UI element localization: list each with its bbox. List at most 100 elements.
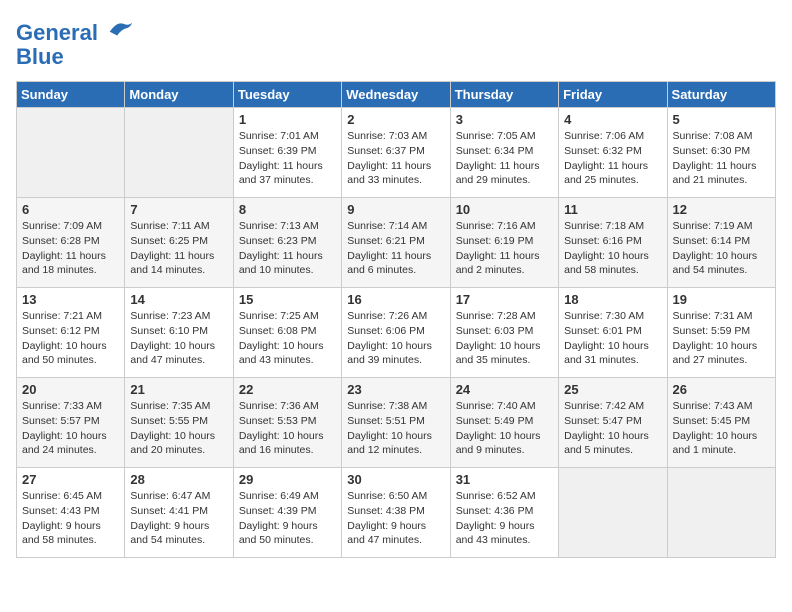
day-number: 2	[347, 112, 444, 127]
calendar-cell: 18 Sunrise: 7:30 AMSunset: 6:01 PMDayligh…	[559, 288, 667, 378]
day-info: Sunrise: 7:28 AMSunset: 6:03 PMDaylight:…	[456, 309, 553, 368]
day-number: 15	[239, 292, 336, 307]
day-info: Sunrise: 7:21 AMSunset: 6:12 PMDaylight:…	[22, 309, 119, 368]
weekday-header-sunday: Sunday	[17, 82, 125, 108]
day-number: 11	[564, 202, 661, 217]
calendar-week-3: 13 Sunrise: 7:21 AMSunset: 6:12 PMDayligh…	[17, 288, 776, 378]
day-info: Sunrise: 6:47 AMSunset: 4:41 PMDaylight:…	[130, 489, 227, 548]
calendar-cell: 8 Sunrise: 7:13 AMSunset: 6:23 PMDaylight…	[233, 198, 341, 288]
day-info: Sunrise: 6:50 AMSunset: 4:38 PMDaylight:…	[347, 489, 444, 548]
day-number: 23	[347, 382, 444, 397]
day-number: 31	[456, 472, 553, 487]
day-number: 13	[22, 292, 119, 307]
calendar-cell: 22 Sunrise: 7:36 AMSunset: 5:53 PMDayligh…	[233, 378, 341, 468]
calendar-cell: 28 Sunrise: 6:47 AMSunset: 4:41 PMDayligh…	[125, 468, 233, 558]
day-info: Sunrise: 7:11 AMSunset: 6:25 PMDaylight:…	[130, 219, 227, 278]
day-number: 12	[673, 202, 770, 217]
calendar-cell	[125, 108, 233, 198]
calendar-cell: 4 Sunrise: 7:06 AMSunset: 6:32 PMDaylight…	[559, 108, 667, 198]
calendar-cell: 2 Sunrise: 7:03 AMSunset: 6:37 PMDaylight…	[342, 108, 450, 198]
weekday-header-tuesday: Tuesday	[233, 82, 341, 108]
day-info: Sunrise: 7:35 AMSunset: 5:55 PMDaylight:…	[130, 399, 227, 458]
calendar-cell: 9Sunrise: 7:14 AMSunset: 6:21 PMDaylight…	[342, 198, 450, 288]
day-info: Sunrise: 7:25 AMSunset: 6:08 PMDaylight:…	[239, 309, 336, 368]
day-number: 9	[347, 202, 444, 217]
day-info: Sunrise: 7:06 AMSunset: 6:32 PMDaylight:…	[564, 129, 661, 188]
day-number: 21	[130, 382, 227, 397]
calendar-cell: 3Sunrise: 7:05 AMSunset: 6:34 PMDaylight…	[450, 108, 558, 198]
day-info: Sunrise: 7:01 AMSunset: 6:39 PMDaylight:…	[239, 129, 336, 188]
calendar-cell: 23 Sunrise: 7:38 AMSunset: 5:51 PMDayligh…	[342, 378, 450, 468]
day-number: 1	[239, 112, 336, 127]
day-number: 6	[22, 202, 119, 217]
day-info: Sunrise: 7:36 AMSunset: 5:53 PMDaylight:…	[239, 399, 336, 458]
day-info: Sunrise: 7:26 AMSunset: 6:06 PMDaylight:…	[347, 309, 444, 368]
calendar-week-2: 6 Sunrise: 7:09 AMSunset: 6:28 PMDaylight…	[17, 198, 776, 288]
day-info: Sunrise: 7:19 AMSunset: 6:14 PMDaylight:…	[673, 219, 770, 278]
calendar-cell: 20 Sunrise: 7:33 AMSunset: 5:57 PMDayligh…	[17, 378, 125, 468]
day-info: Sunrise: 6:52 AMSunset: 4:36 PMDaylight:…	[456, 489, 553, 548]
day-info: Sunrise: 7:30 AMSunset: 6:01 PMDaylight:…	[564, 309, 661, 368]
calendar-table: SundayMondayTuesdayWednesdayThursdayFrid…	[16, 81, 776, 558]
day-info: Sunrise: 7:38 AMSunset: 5:51 PMDaylight:…	[347, 399, 444, 458]
calendar-cell: 12 Sunrise: 7:19 AMSunset: 6:14 PMDayligh…	[667, 198, 775, 288]
day-number: 10	[456, 202, 553, 217]
calendar-week-5: 27Sunrise: 6:45 AMSunset: 4:43 PMDayligh…	[17, 468, 776, 558]
day-number: 7	[130, 202, 227, 217]
calendar-cell: 14 Sunrise: 7:23 AMSunset: 6:10 PMDayligh…	[125, 288, 233, 378]
calendar-cell: 30Sunrise: 6:50 AMSunset: 4:38 PMDayligh…	[342, 468, 450, 558]
calendar-cell: 29 Sunrise: 6:49 AMSunset: 4:39 PMDayligh…	[233, 468, 341, 558]
day-number: 14	[130, 292, 227, 307]
calendar-cell	[559, 468, 667, 558]
day-info: Sunrise: 7:23 AMSunset: 6:10 PMDaylight:…	[130, 309, 227, 368]
day-number: 18	[564, 292, 661, 307]
calendar-cell: 25Sunrise: 7:42 AMSunset: 5:47 PMDayligh…	[559, 378, 667, 468]
calendar-cell: 5 Sunrise: 7:08 AMSunset: 6:30 PMDaylight…	[667, 108, 775, 198]
day-info: Sunrise: 7:09 AMSunset: 6:28 PMDaylight:…	[22, 219, 119, 278]
day-info: Sunrise: 6:49 AMSunset: 4:39 PMDaylight:…	[239, 489, 336, 548]
day-number: 26	[673, 382, 770, 397]
day-number: 20	[22, 382, 119, 397]
calendar-cell: 26 Sunrise: 7:43 AMSunset: 5:45 PMDayligh…	[667, 378, 775, 468]
day-number: 8	[239, 202, 336, 217]
day-number: 4	[564, 112, 661, 127]
calendar-week-4: 20 Sunrise: 7:33 AMSunset: 5:57 PMDayligh…	[17, 378, 776, 468]
day-number: 22	[239, 382, 336, 397]
day-number: 28	[130, 472, 227, 487]
calendar-cell: 1 Sunrise: 7:01 AMSunset: 6:39 PMDaylight…	[233, 108, 341, 198]
day-info: Sunrise: 7:43 AMSunset: 5:45 PMDaylight:…	[673, 399, 770, 458]
logo-text-line1: General	[16, 20, 98, 45]
day-info: Sunrise: 7:42 AMSunset: 5:47 PMDaylight:…	[564, 399, 661, 458]
calendar-cell: 15 Sunrise: 7:25 AMSunset: 6:08 PMDayligh…	[233, 288, 341, 378]
weekday-header-wednesday: Wednesday	[342, 82, 450, 108]
day-info: Sunrise: 7:05 AMSunset: 6:34 PMDaylight:…	[456, 129, 553, 188]
day-info: Sunrise: 7:18 AMSunset: 6:16 PMDaylight:…	[564, 219, 661, 278]
logo: General Blue	[16, 16, 136, 69]
day-info: Sunrise: 7:13 AMSunset: 6:23 PMDaylight:…	[239, 219, 336, 278]
calendar-cell: 10 Sunrise: 7:16 AMSunset: 6:19 PMDayligh…	[450, 198, 558, 288]
day-info: Sunrise: 7:31 AMSunset: 5:59 PMDaylight:…	[673, 309, 770, 368]
day-number: 29	[239, 472, 336, 487]
logo-bird-icon	[106, 16, 136, 40]
day-number: 27	[22, 472, 119, 487]
day-info: Sunrise: 7:08 AMSunset: 6:30 PMDaylight:…	[673, 129, 770, 188]
day-number: 24	[456, 382, 553, 397]
calendar-cell: 11 Sunrise: 7:18 AMSunset: 6:16 PMDayligh…	[559, 198, 667, 288]
day-number: 17	[456, 292, 553, 307]
calendar-week-1: 1 Sunrise: 7:01 AMSunset: 6:39 PMDaylight…	[17, 108, 776, 198]
calendar-cell: 7 Sunrise: 7:11 AMSunset: 6:25 PMDaylight…	[125, 198, 233, 288]
calendar-cell: 13 Sunrise: 7:21 AMSunset: 6:12 PMDayligh…	[17, 288, 125, 378]
day-info: Sunrise: 7:16 AMSunset: 6:19 PMDaylight:…	[456, 219, 553, 278]
calendar-cell: 6 Sunrise: 7:09 AMSunset: 6:28 PMDaylight…	[17, 198, 125, 288]
calendar-cell: 27Sunrise: 6:45 AMSunset: 4:43 PMDayligh…	[17, 468, 125, 558]
day-number: 19	[673, 292, 770, 307]
weekday-header-saturday: Saturday	[667, 82, 775, 108]
day-info: Sunrise: 7:33 AMSunset: 5:57 PMDaylight:…	[22, 399, 119, 458]
calendar-cell: 21 Sunrise: 7:35 AMSunset: 5:55 PMDayligh…	[125, 378, 233, 468]
day-info: Sunrise: 7:03 AMSunset: 6:37 PMDaylight:…	[347, 129, 444, 188]
calendar-cell: 19 Sunrise: 7:31 AMSunset: 5:59 PMDayligh…	[667, 288, 775, 378]
calendar-body: 1 Sunrise: 7:01 AMSunset: 6:39 PMDaylight…	[17, 108, 776, 558]
calendar-cell: 16Sunrise: 7:26 AMSunset: 6:06 PMDayligh…	[342, 288, 450, 378]
day-number: 5	[673, 112, 770, 127]
calendar-cell	[667, 468, 775, 558]
